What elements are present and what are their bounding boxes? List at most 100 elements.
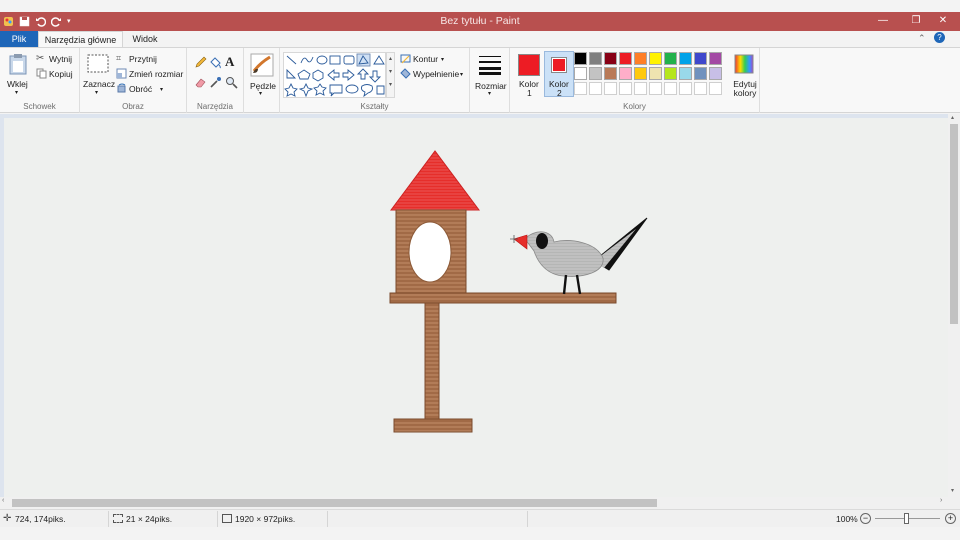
resize-button[interactable]: Zmień rozmiar <box>116 68 184 81</box>
size-button[interactable]: Rozmiar ▾ <box>472 51 508 99</box>
palette-color-swatch[interactable] <box>619 67 632 80</box>
palette-color-swatch[interactable] <box>664 52 677 65</box>
select-button[interactable]: Zaznacz ▾ <box>82 51 116 96</box>
custom-color-slot[interactable] <box>619 82 632 95</box>
minimize-button[interactable]: — <box>872 13 894 29</box>
pencil-icon[interactable] <box>194 56 207 69</box>
palette-color-swatch[interactable] <box>604 67 617 80</box>
horizontal-scrollbar[interactable]: ‹ › <box>0 497 948 509</box>
tab-view[interactable]: Widok <box>124 31 166 47</box>
paint-window: ▾ Bez tytułu - Paint — ❐ ✕ Plik Narzędzi… <box>0 0 960 540</box>
minimize-icon: — <box>878 15 888 26</box>
status-separator <box>108 511 109 527</box>
palette-color-swatch[interactable] <box>709 52 722 65</box>
crop-button[interactable]: ⌗ Przytnij <box>116 53 184 66</box>
shapes-gallery-icons[interactable] <box>284 53 387 99</box>
shapes-gallery-scroll[interactable]: ▴ ▾ ▾ <box>386 52 395 98</box>
brushes-button[interactable]: Pędzle ▾ <box>246 51 278 99</box>
scroll-right-arrow-icon[interactable]: › <box>940 497 942 504</box>
zoom-out-button[interactable]: − <box>860 513 871 524</box>
magnifier-icon[interactable] <box>225 76 238 89</box>
palette-color-swatch[interactable] <box>604 52 617 65</box>
zoom-slider-thumb[interactable] <box>904 513 909 524</box>
vertical-scroll-thumb[interactable] <box>950 124 958 324</box>
color-picker-icon[interactable] <box>209 76 222 89</box>
palette-color-swatch[interactable] <box>664 67 677 80</box>
palette-color-swatch[interactable] <box>649 52 662 65</box>
cursor-position: 724, 174piks. <box>15 514 66 524</box>
cut-button[interactable]: ✂ Wytnij <box>36 53 76 66</box>
color1-button[interactable]: Kolor 1 <box>515 51 543 98</box>
copy-icon <box>36 68 47 79</box>
close-button[interactable]: ✕ <box>932 13 954 29</box>
palette-color-swatch[interactable] <box>649 67 662 80</box>
palette-color-swatch[interactable] <box>679 67 692 80</box>
fill-chevron-icon: ▾ <box>460 72 464 78</box>
outline-icon <box>400 54 411 64</box>
custom-color-slot[interactable] <box>664 82 677 95</box>
custom-color-slot[interactable] <box>634 82 647 95</box>
palette-color-swatch[interactable] <box>589 67 602 80</box>
drawing-canvas[interactable] <box>4 118 948 497</box>
paste-button[interactable]: Wklej ▾ <box>4 51 32 96</box>
rotate-button[interactable]: Obróć ▾ <box>116 83 184 96</box>
custom-color-slot[interactable] <box>709 82 722 95</box>
copy-button[interactable]: Kopiuj <box>36 68 76 81</box>
tab-home[interactable]: Narzędzia główne <box>38 31 123 47</box>
image-size: 1920 × 972piks. <box>235 514 296 524</box>
close-icon: ✕ <box>938 15 948 26</box>
custom-color-slot[interactable] <box>679 82 692 95</box>
scroll-up-icon: ▴ <box>388 56 392 62</box>
color2-button[interactable]: Kolor 2 <box>544 51 574 98</box>
size-chevron-icon: ▾ <box>488 91 492 97</box>
custom-color-slot[interactable] <box>589 82 602 95</box>
palette-color-swatch[interactable] <box>574 67 587 80</box>
custom-color-slot[interactable] <box>694 82 707 95</box>
color2-number: 2 <box>557 88 562 98</box>
eraser-icon[interactable] <box>194 76 207 89</box>
tab-file[interactable]: Plik <box>0 31 38 47</box>
palette-color-swatch[interactable] <box>694 67 707 80</box>
shapes-gallery <box>283 52 386 98</box>
scroll-up-arrow-icon[interactable]: ▴ <box>951 114 954 121</box>
paste-label: Wklej <box>7 79 28 89</box>
horizontal-scroll-thumb[interactable] <box>12 499 657 507</box>
color-palette <box>574 52 734 98</box>
outline-button[interactable]: Kontur ▾ <box>400 53 466 66</box>
help-icon[interactable]: ? <box>934 32 945 43</box>
fill-button[interactable]: Wypełnienie ▾ <box>400 68 468 81</box>
edit-colors-label: Edytuj kolory <box>733 79 757 98</box>
scroll-down-arrow-icon[interactable]: ▾ <box>951 487 954 494</box>
palette-color-swatch[interactable] <box>709 67 722 80</box>
colors-group-label: Kolory <box>623 102 646 111</box>
brushes-label: Pędzle <box>250 81 276 91</box>
fill-bucket-icon[interactable] <box>209 56 222 69</box>
palette-color-swatch[interactable] <box>634 52 647 65</box>
restore-icon: ❐ <box>911 15 921 26</box>
palette-color-swatch[interactable] <box>589 52 602 65</box>
line-size-icon <box>479 56 501 75</box>
status-separator <box>527 511 528 527</box>
palette-color-swatch[interactable] <box>634 67 647 80</box>
select-label: Zaznacz <box>83 79 116 89</box>
vertical-scrollbar[interactable]: ▴ ▾ <box>948 114 960 497</box>
select-chevron-icon: ▾ <box>95 90 99 96</box>
text-tool-icon[interactable]: A <box>225 54 234 70</box>
palette-color-swatch[interactable] <box>574 52 587 65</box>
zoom-in-button[interactable]: + <box>945 513 956 524</box>
scrollbar-corner <box>948 497 960 509</box>
palette-color-swatch[interactable] <box>694 52 707 65</box>
shapes-group: ▴ ▾ ▾ Kontur ▾ Wypełnienie ▾ Kształty <box>280 48 470 113</box>
brushes-chevron-icon: ▾ <box>259 91 263 97</box>
custom-color-slot[interactable] <box>649 82 662 95</box>
custom-color-slot[interactable] <box>604 82 617 95</box>
edit-colors-button[interactable]: Edytuj kolory <box>730 51 758 99</box>
custom-color-slot[interactable] <box>574 82 587 95</box>
scroll-left-arrow-icon[interactable]: ‹ <box>2 497 4 504</box>
selection-icon <box>87 54 109 73</box>
restore-button[interactable]: ❐ <box>905 13 927 29</box>
collapse-ribbon-icon[interactable]: ⌃ <box>918 33 926 44</box>
color1-swatch <box>518 54 540 76</box>
palette-color-swatch[interactable] <box>679 52 692 65</box>
palette-color-swatch[interactable] <box>619 52 632 65</box>
